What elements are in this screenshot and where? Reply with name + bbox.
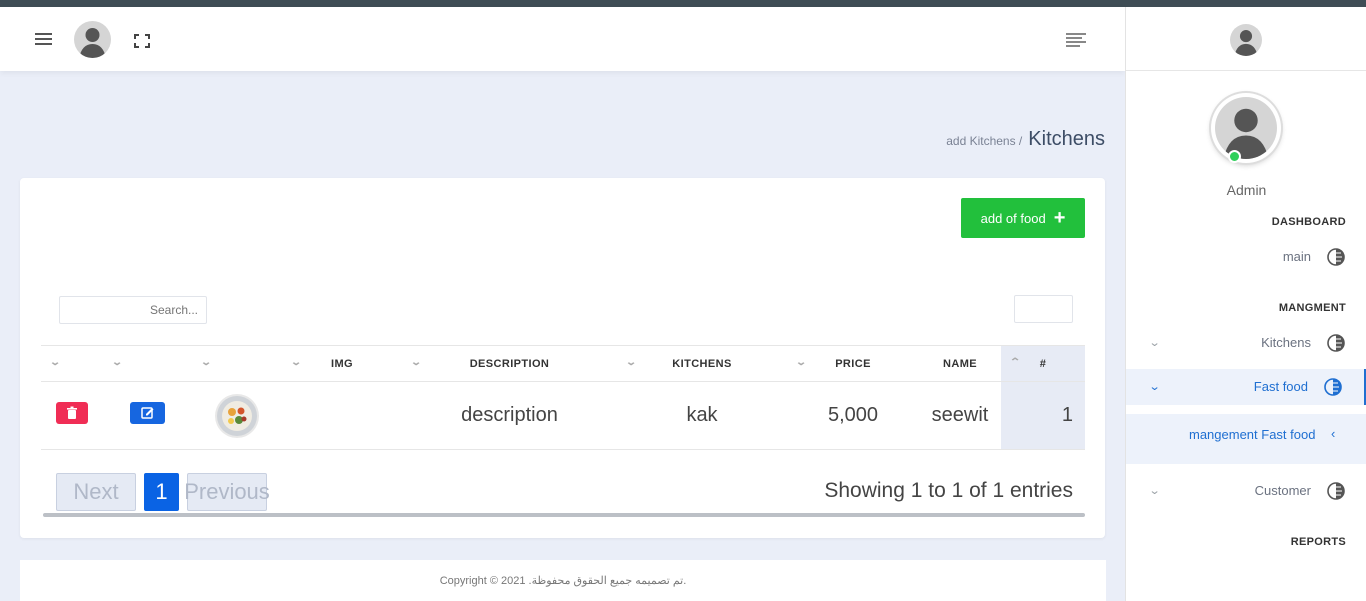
cell-spacer xyxy=(282,381,402,450)
column-header-label: DESCRIPTION xyxy=(469,357,550,370)
plus-icon: + xyxy=(1053,207,1066,229)
submenu-fast-food: mangement Fast food ‹ xyxy=(1126,414,1366,464)
sidebar-item-label: main xyxy=(1282,249,1311,264)
pie-chart-icon xyxy=(1327,248,1345,266)
submenu-item-mangement-fast-food[interactable]: mangement Fast food xyxy=(1189,427,1315,442)
cell-img xyxy=(192,381,282,450)
menu-toggle-icon[interactable] xyxy=(35,33,52,45)
copyright-text: Copyright © 2021 .تم تصميمه جميع الحقوق … xyxy=(439,575,687,587)
next-page-button[interactable]: Next xyxy=(56,473,136,511)
chevron-left-icon: ‹ xyxy=(1331,426,1336,441)
edit-icon xyxy=(141,406,154,419)
horizontal-scrollbar[interactable] xyxy=(43,513,1085,517)
user-name: Admin xyxy=(1226,182,1267,198)
sidebar-item-kitchens[interactable]: ⌄ Kitchens xyxy=(1126,325,1366,361)
section-management: MANGMENT xyxy=(1278,302,1346,314)
search-input[interactable] xyxy=(59,296,207,324)
sidebar-item-fast-food[interactable]: ⌄ Fast food xyxy=(1126,369,1366,405)
sort-asc-icon: ⌃ xyxy=(1009,357,1022,368)
sort-icon: ⌄ xyxy=(290,357,303,368)
sort-icon: ⌄ xyxy=(410,357,423,368)
pie-chart-icon xyxy=(1324,378,1342,396)
column-header-label: PRICE xyxy=(835,357,871,370)
table-row: description kak 5,000 seewit 1 xyxy=(41,381,1085,450)
avatar[interactable] xyxy=(74,21,111,58)
sidebar-item-customer[interactable]: ⌄ Customer xyxy=(1126,473,1366,509)
top-strip xyxy=(0,0,1366,7)
column-header-label: KITCHENS xyxy=(672,357,732,370)
sidebar-item-label: Fast food xyxy=(1253,379,1308,394)
sidebar-item-main[interactable]: main xyxy=(1126,239,1366,275)
page-button-current[interactable]: 1 xyxy=(144,473,179,511)
cell-kitchen: kak xyxy=(617,381,787,450)
table-header-row: ⌄ ⌄ ⌄ ⌄ IMG ⌄ DESCRIPTION ⌄ KITCHENS ⌄ PRICE… xyxy=(41,345,1085,382)
pie-chart-icon xyxy=(1327,334,1345,352)
delete-button[interactable] xyxy=(56,401,88,424)
cell-name: seewit xyxy=(919,381,1001,450)
column-header-label: NAME xyxy=(943,357,977,370)
section-reports: REPORTS xyxy=(1290,536,1346,548)
cell-edit xyxy=(103,381,192,450)
trash-icon xyxy=(67,406,77,419)
column-header-number[interactable]: ⌃ # xyxy=(1001,345,1085,382)
pagination: Next 1 Previous xyxy=(56,473,270,511)
breadcrumb-link[interactable]: add Kitchens / xyxy=(946,134,1022,148)
sort-icon: ⌄ xyxy=(625,357,638,368)
column-header-delete[interactable]: ⌄ xyxy=(41,345,103,382)
cell-price: 5,000 xyxy=(787,381,919,450)
cell-number: 1 xyxy=(1001,381,1085,450)
chevron-down-icon: ⌄ xyxy=(1148,381,1161,393)
online-status-dot xyxy=(1228,150,1241,163)
sidebar: Admin DASHBOARD main MANGMENT ⌄ Kitchens… xyxy=(1125,7,1366,601)
breadcrumb: add Kitchens / Kitchens xyxy=(946,128,1105,151)
page-length-select[interactable] xyxy=(1014,295,1073,323)
column-header-description[interactable]: ⌄ DESCRIPTION xyxy=(402,345,617,382)
column-header-label: # xyxy=(1039,357,1047,370)
entries-info: Showing 1 to 1 of 1 entries xyxy=(824,479,1073,502)
sidebar-item-label: Customer xyxy=(1254,483,1311,498)
chevron-down-icon: ⌄ xyxy=(1148,337,1161,349)
previous-page-button[interactable]: Previous xyxy=(184,473,270,511)
sidebar-item-label: Kitchens xyxy=(1261,335,1311,350)
section-dashboard: DASHBOARD xyxy=(1271,216,1346,228)
sort-icon: ⌄ xyxy=(49,357,62,368)
fullscreen-icon[interactable] xyxy=(134,34,150,48)
column-header-name[interactable]: NAME xyxy=(919,345,1001,382)
food-image xyxy=(215,393,259,438)
food-table: ⌄ ⌄ ⌄ ⌄ IMG ⌄ DESCRIPTION ⌄ KITCHENS ⌄ PRICE… xyxy=(41,345,1085,450)
column-header-edit[interactable]: ⌄ xyxy=(103,345,192,382)
page-title: Kitchens xyxy=(1028,128,1105,150)
avatar[interactable] xyxy=(1230,24,1262,56)
column-header-label: IMG xyxy=(331,357,353,370)
content-card: add of food + ⌄ ⌄ ⌄ ⌄ IMG ⌄ DESCRIPTION ⌄ K… xyxy=(20,178,1105,538)
column-header-action[interactable]: ⌄ xyxy=(192,345,282,382)
column-header-kitchens[interactable]: ⌄ KITCHENS xyxy=(617,345,787,382)
sidebar-header xyxy=(1126,7,1366,71)
column-header-img[interactable]: ⌄ IMG xyxy=(282,345,402,382)
sort-icon: ⌄ xyxy=(111,357,124,368)
cell-delete xyxy=(41,381,103,450)
sort-icon: ⌄ xyxy=(795,357,808,368)
pie-chart-icon xyxy=(1327,482,1345,500)
top-navbar xyxy=(0,7,1125,71)
edit-button[interactable] xyxy=(130,401,165,424)
add-food-label: add of food xyxy=(980,210,1046,226)
cell-description: description xyxy=(402,381,617,450)
chevron-down-icon: ⌄ xyxy=(1148,485,1161,497)
footer: Copyright © 2021 .تم تصميمه جميع الحقوق … xyxy=(20,560,1106,601)
profile-avatar xyxy=(1211,93,1281,163)
add-food-button[interactable]: add of food + xyxy=(961,198,1085,238)
column-header-price[interactable]: ⌄ PRICE xyxy=(787,345,919,382)
sort-icon: ⌄ xyxy=(200,357,213,368)
align-right-icon[interactable] xyxy=(1066,33,1086,47)
